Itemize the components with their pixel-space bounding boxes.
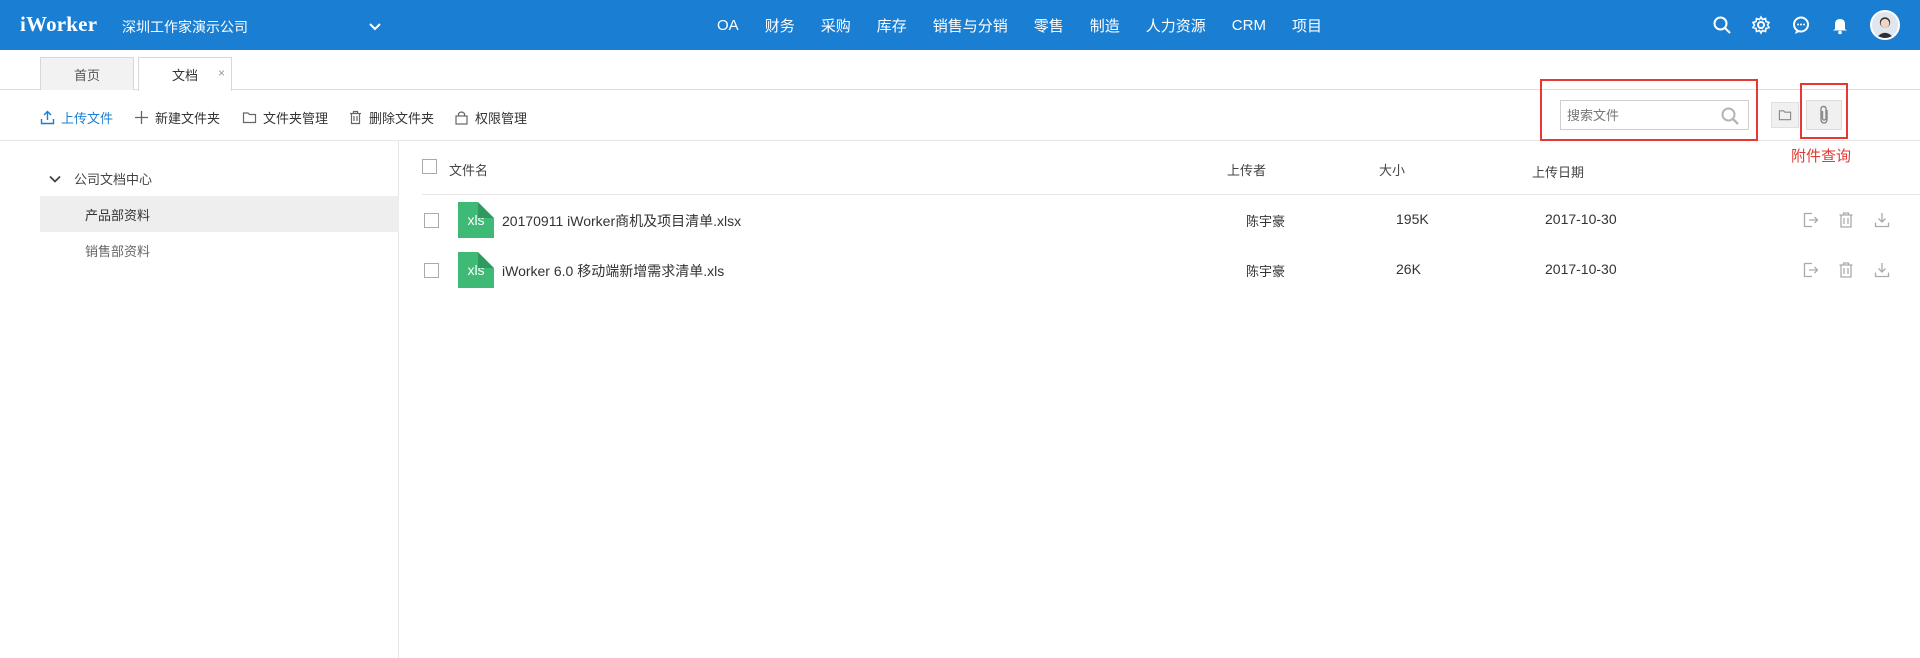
- file-list-header: 文件名 上传者 大小 上传日期: [422, 141, 1920, 195]
- file-date: 2017-10-30: [1545, 211, 1617, 227]
- new-folder-button[interactable]: 新建文件夹: [134, 108, 220, 127]
- chevron-down-icon[interactable]: [48, 172, 62, 186]
- file-date: 2017-10-30: [1545, 261, 1617, 277]
- tree-item-sales-dept[interactable]: 销售部资料: [40, 232, 399, 268]
- file-type-label: xls: [467, 262, 485, 278]
- header-size[interactable]: 大小: [1379, 160, 1405, 179]
- folder-manage-label: 文件夹管理: [263, 111, 329, 126]
- trash-icon[interactable]: [1837, 211, 1855, 229]
- delete-folder-button[interactable]: 删除文件夹: [348, 108, 434, 127]
- folder-icon: [242, 112, 257, 124]
- move-icon[interactable]: [1802, 261, 1820, 279]
- tab-home-label: 首页: [73, 67, 100, 83]
- nav-item-hr[interactable]: 人力资源: [1146, 15, 1206, 36]
- file-type-label: xls: [467, 212, 485, 228]
- nav-item-finance[interactable]: 财务: [765, 15, 795, 36]
- upload-file-button[interactable]: 上传文件: [40, 108, 113, 127]
- upload-file-label: 上传文件: [61, 111, 114, 126]
- folder-icon: [1778, 110, 1792, 121]
- gear-icon[interactable]: [1751, 15, 1771, 35]
- chat-icon[interactable]: [1791, 15, 1811, 35]
- download-icon[interactable]: [1873, 261, 1891, 279]
- bell-icon[interactable]: [1830, 15, 1850, 35]
- tab-home[interactable]: 首页: [40, 57, 134, 90]
- tree-root-label: 公司文档中心: [74, 172, 153, 187]
- close-icon[interactable]: ×: [218, 66, 225, 80]
- new-folder-label: 新建文件夹: [155, 111, 221, 126]
- nav-item-sales[interactable]: 销售与分销: [933, 15, 1008, 36]
- nav-item-project[interactable]: 项目: [1292, 15, 1322, 36]
- trash-icon: [350, 110, 361, 125]
- chevron-down-icon[interactable]: [368, 19, 382, 33]
- tree-item-product-dept[interactable]: 产品部资料: [40, 196, 399, 232]
- plus-icon: [135, 111, 148, 124]
- file-uploader: 陈宇豪: [1246, 214, 1286, 229]
- move-icon[interactable]: [1802, 211, 1820, 229]
- attachment-highlight-box: [1800, 83, 1848, 139]
- file-size: 195K: [1396, 211, 1429, 227]
- file-name[interactable]: iWorker 6.0 移动端新增需求清单.xls: [502, 261, 724, 281]
- nav-item-inventory[interactable]: 库存: [877, 15, 907, 36]
- folder-tree-sidebar: 公司文档中心 产品部资料 销售部资料: [0, 141, 399, 658]
- main-nav: OA 财务 采购 库存 销售与分销 零售 制造 人力资源 CRM 项目: [717, 0, 1348, 50]
- header-upload-date[interactable]: 上传日期: [1532, 162, 1584, 181]
- row-checkbox[interactable]: [424, 263, 439, 278]
- upload-icon: [40, 110, 55, 125]
- permission-manage-button[interactable]: 权限管理: [454, 108, 527, 127]
- top-navbar: iWorker 深圳工作家演示公司 OA 财务 采购 库存 销售与分销 零售 制…: [0, 0, 1920, 50]
- file-size: 26K: [1396, 261, 1421, 277]
- folder-view-button[interactable]: [1771, 102, 1799, 128]
- user-avatar-icon: [1872, 12, 1898, 38]
- header-filename[interactable]: 文件名: [449, 160, 488, 179]
- xls-file-icon: xls: [458, 202, 494, 238]
- avatar[interactable]: [1870, 10, 1900, 40]
- xls-file-icon: xls: [458, 252, 494, 288]
- permission-manage-label: 权限管理: [475, 111, 528, 126]
- tree-item-label: 产品部资料: [85, 207, 151, 223]
- app-logo[interactable]: iWorker: [20, 12, 97, 37]
- file-name[interactable]: 20170911 iWorker商机及项目清单.xlsx: [502, 211, 741, 231]
- trash-icon[interactable]: [1837, 261, 1855, 279]
- tree-item-label: 销售部资料: [85, 243, 151, 259]
- file-uploader: 陈宇豪: [1246, 264, 1286, 279]
- nav-item-purchase[interactable]: 采购: [821, 15, 851, 36]
- header-uploader[interactable]: 上传者: [1227, 160, 1266, 179]
- tree-root-company-docs[interactable]: 公司文档中心: [48, 169, 152, 188]
- download-icon[interactable]: [1873, 211, 1891, 229]
- nav-item-oa[interactable]: OA: [717, 17, 739, 34]
- tab-documents-label: 文档: [171, 68, 198, 83]
- nav-item-manufacturing[interactable]: 制造: [1090, 15, 1120, 36]
- lock-icon: [455, 111, 468, 125]
- select-all-checkbox[interactable]: [422, 159, 437, 174]
- table-row[interactable]: xls 20170911 iWorker商机及项目清单.xlsx 陈宇豪 195…: [422, 195, 1920, 245]
- row-checkbox[interactable]: [424, 213, 439, 228]
- tab-documents[interactable]: 文档 ×: [138, 57, 232, 91]
- nav-item-retail[interactable]: 零售: [1034, 15, 1064, 36]
- search-icon[interactable]: [1712, 15, 1732, 35]
- table-row[interactable]: xls iWorker 6.0 移动端新增需求清单.xls 陈宇豪 26K 20…: [422, 245, 1920, 295]
- delete-folder-label: 删除文件夹: [369, 111, 435, 126]
- company-selector[interactable]: 深圳工作家演示公司: [122, 17, 248, 37]
- search-highlight-box: [1540, 79, 1758, 141]
- nav-item-crm[interactable]: CRM: [1232, 17, 1266, 34]
- folder-manage-button[interactable]: 文件夹管理: [242, 108, 328, 127]
